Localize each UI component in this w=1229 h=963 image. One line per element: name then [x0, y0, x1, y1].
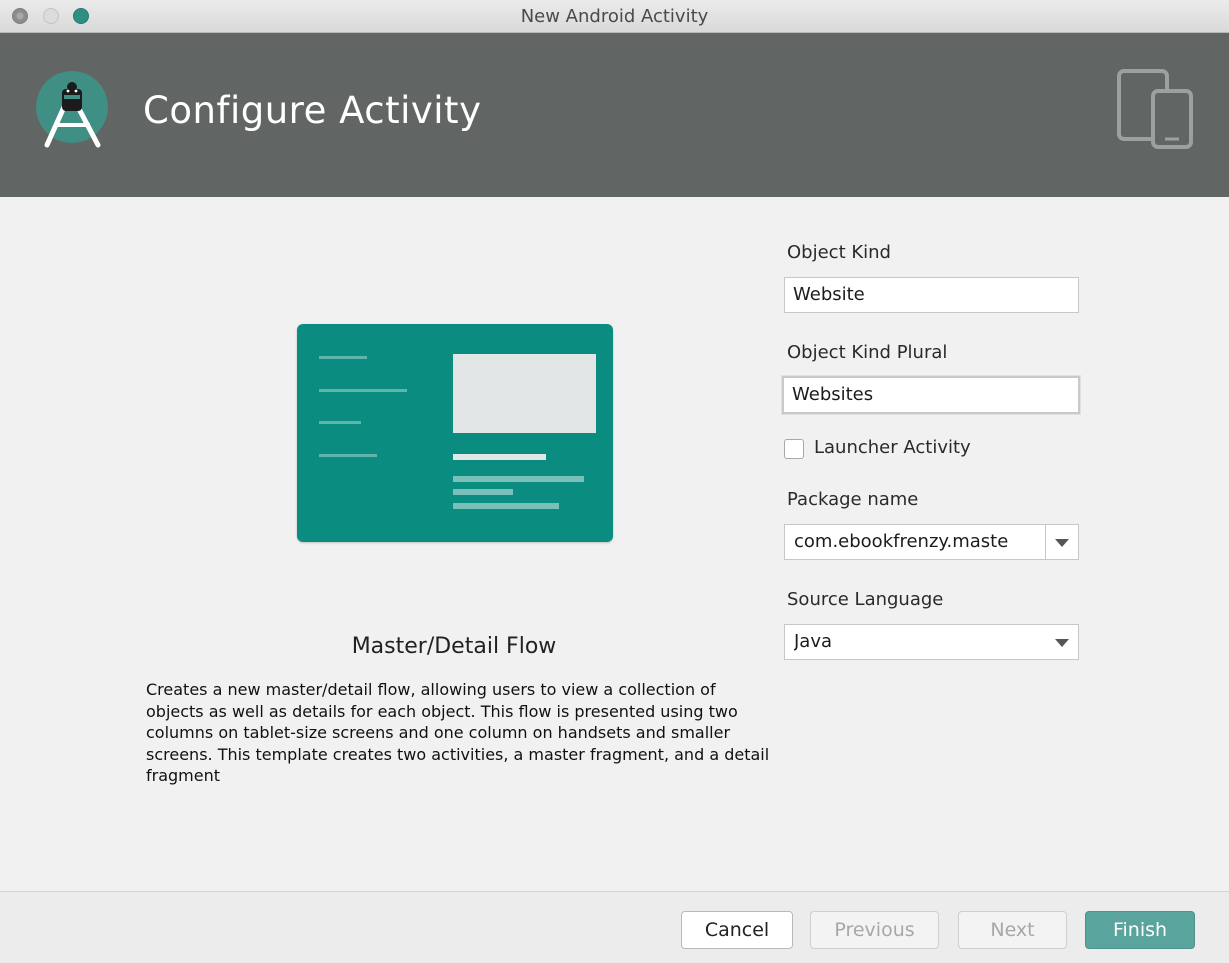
cancel-button[interactable]: Cancel [681, 911, 793, 949]
preview-detail-line [453, 476, 584, 482]
preview-detail-image [453, 354, 596, 433]
template-description: Creates a new master/detail flow, allowi… [146, 680, 770, 785]
object-kind-plural-field[interactable]: Websites [782, 376, 1080, 414]
content-area: Master/Detail Flow Creates a new master/… [0, 197, 1229, 891]
package-name-label: Package name [787, 489, 919, 510]
preview-list-line [319, 356, 367, 359]
window-title: New Android Activity [520, 6, 709, 27]
preview-detail-line [453, 503, 559, 509]
launcher-activity-label[interactable]: Launcher Activity [814, 437, 971, 458]
header-banner: Configure Activity [0, 33, 1229, 197]
object-kind-label: Object Kind [787, 242, 891, 263]
package-name-value[interactable]: com.ebookfrenzy.maste [794, 531, 1046, 552]
android-studio-logo-icon [36, 71, 108, 148]
dropdown-arrow-icon[interactable] [1055, 639, 1069, 647]
launcher-activity-checkbox[interactable] [784, 439, 804, 459]
dropdown-arrow-icon[interactable] [1055, 539, 1069, 547]
source-language-select[interactable]: Java [784, 624, 1079, 660]
preview-list-line [319, 421, 361, 424]
source-language-label: Source Language [787, 589, 944, 610]
preview-detail-title [453, 454, 546, 460]
device-phone-tablet-icon [1115, 67, 1197, 155]
template-preview-image [297, 324, 613, 542]
preview-detail-line [453, 489, 513, 495]
template-name: Master/Detail Flow [351, 634, 557, 659]
next-button[interactable]: Next [958, 911, 1067, 949]
package-name-combobox[interactable]: com.ebookfrenzy.maste [784, 524, 1079, 560]
preview-list-line [319, 454, 377, 457]
object-kind-plural-label: Object Kind Plural [787, 342, 948, 363]
previous-button[interactable]: Previous [810, 911, 939, 949]
finish-button[interactable]: Finish [1085, 911, 1195, 949]
page-title: Configure Activity [143, 89, 482, 132]
source-language-value[interactable]: Java [794, 631, 1046, 652]
object-kind-field[interactable]: Website [784, 277, 1079, 313]
window-titlebar: New Android Activity [0, 0, 1229, 33]
combo-divider [1045, 525, 1046, 559]
preview-list-line [319, 389, 407, 392]
footer-button-bar: Cancel Previous Next Finish [0, 891, 1229, 963]
